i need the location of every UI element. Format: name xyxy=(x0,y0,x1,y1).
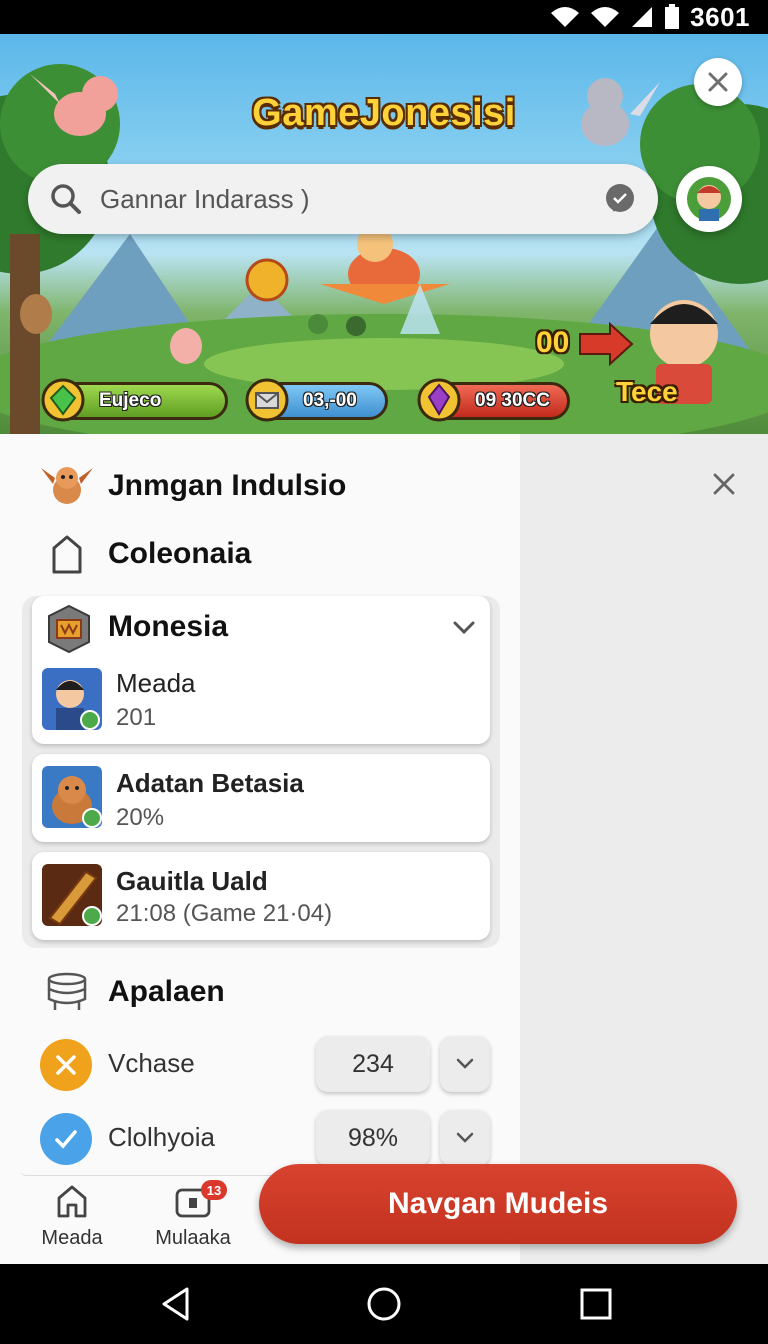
chevron-down-icon xyxy=(456,1058,474,1069)
stat-row-clolhyoia: Clolhyoia 98% xyxy=(40,1110,490,1168)
item-subtitle: 20% xyxy=(116,804,165,831)
search-icon xyxy=(51,184,81,214)
game-thumbnail xyxy=(42,668,102,730)
signal-icon xyxy=(591,7,620,27)
menu-item-collections[interactable]: Coleonaia xyxy=(34,534,251,574)
hero-close-button[interactable] xyxy=(694,58,742,106)
house-icon xyxy=(52,535,82,574)
stat-dropdown-button[interactable] xyxy=(440,1110,490,1166)
recents-square-icon xyxy=(580,1288,612,1320)
close-icon xyxy=(708,72,728,92)
stats-header-label: Apalaen xyxy=(108,975,225,1008)
item-title: Meada xyxy=(116,668,196,698)
purple-crystal-icon xyxy=(417,378,461,422)
tab-mulaaka-label: Mulaaka xyxy=(155,1227,231,1249)
mail-coin-icon xyxy=(245,378,289,422)
hero-title: GameJonesisi xyxy=(252,92,516,134)
chevron-down-icon xyxy=(456,1132,474,1143)
stat-dropdown-button[interactable] xyxy=(440,1036,490,1092)
stat-label: Clolhyoia xyxy=(108,1122,215,1152)
tab-meada[interactable]: Meada xyxy=(22,1182,122,1254)
search-input[interactable] xyxy=(100,183,604,215)
list-item-adatan[interactable]: Adatan Betasia 20% xyxy=(32,754,490,842)
tab-mulaaka[interactable]: 13 Mulaaka xyxy=(143,1180,243,1254)
green-gem-icon xyxy=(41,378,85,422)
resource-pill-mail[interactable]: 03,-00 xyxy=(245,378,388,422)
game-thumbnail xyxy=(42,864,102,926)
stat-row-vchase: Vchase 234 xyxy=(40,1036,490,1094)
item-subtitle: 201 xyxy=(116,704,157,731)
voice-chat-icon[interactable] xyxy=(604,183,636,215)
menu-header-label: Jnmgan Indulsio xyxy=(108,469,347,502)
notification-badge: 13 xyxy=(201,1180,227,1200)
stat-value-field[interactable]: 234 xyxy=(316,1036,430,1092)
back-triangle-icon xyxy=(162,1287,189,1321)
game-thumbnail xyxy=(42,766,102,828)
menu-header[interactable]: Jnmgan Indulsio xyxy=(34,460,346,512)
home-icon xyxy=(57,1185,87,1218)
treasure-badge-icon xyxy=(48,604,90,654)
avatar xyxy=(687,177,731,221)
hero-score: 00 xyxy=(536,326,570,359)
accordion-card[interactable]: Monesia Meada 201 xyxy=(32,596,490,744)
wifi-icon xyxy=(551,7,580,27)
hero-tag: Tece xyxy=(616,376,678,407)
cta-button[interactable]: Navgan Mudeis xyxy=(259,1164,737,1244)
hero-boy-thumbnail-icon xyxy=(42,668,102,730)
hamster-thumbnail-icon xyxy=(42,766,102,828)
stat-value-field[interactable]: 98% xyxy=(316,1110,430,1166)
list-item-gauitla[interactable]: Gauitla Uald 21:08 (Game 21·04) xyxy=(32,852,490,940)
x-circle-icon xyxy=(40,1039,92,1091)
item-subtitle: 21:08 (Game 21·04) xyxy=(116,900,333,927)
battery-icon xyxy=(665,4,680,29)
status-bar: 3601 xyxy=(0,0,768,34)
database-icon xyxy=(47,972,87,1010)
chevron-down-icon[interactable] xyxy=(452,620,476,636)
stats-header: Apalaen xyxy=(34,972,225,1012)
stat-label: Vchase xyxy=(108,1048,195,1078)
menu-item-collections-label: Coleonaia xyxy=(108,537,252,570)
item-title: Adatan Betasia xyxy=(116,768,304,798)
item-title: Gauitla Uald xyxy=(116,866,268,896)
side-overlay[interactable] xyxy=(520,434,768,1264)
resource-pill-gems[interactable]: Eujeco xyxy=(41,378,228,422)
home-button[interactable] xyxy=(364,1284,404,1324)
profile-avatar-button[interactable] xyxy=(676,166,742,232)
recents-button[interactable] xyxy=(576,1284,616,1324)
check-circle-icon xyxy=(40,1113,92,1165)
flying-squirrel-icon xyxy=(41,467,93,504)
cell-signal-icon xyxy=(632,7,653,27)
sword-thumbnail-icon xyxy=(42,864,102,926)
home-circle-icon xyxy=(367,1287,401,1321)
search-bar[interactable] xyxy=(28,164,658,234)
resource-pill-crystal[interactable]: 09 30CC xyxy=(417,378,570,422)
system-nav-bar xyxy=(0,1264,768,1344)
tab-meada-label: Meada xyxy=(41,1227,103,1249)
status-time: 3601 xyxy=(690,1,750,32)
back-button[interactable] xyxy=(156,1284,196,1324)
accordion-title: Monesia xyxy=(108,610,229,643)
hero-banner: GameJonesisi Eujeco xyxy=(0,34,768,434)
panel-close-button[interactable] xyxy=(706,466,742,502)
close-icon xyxy=(713,473,735,495)
